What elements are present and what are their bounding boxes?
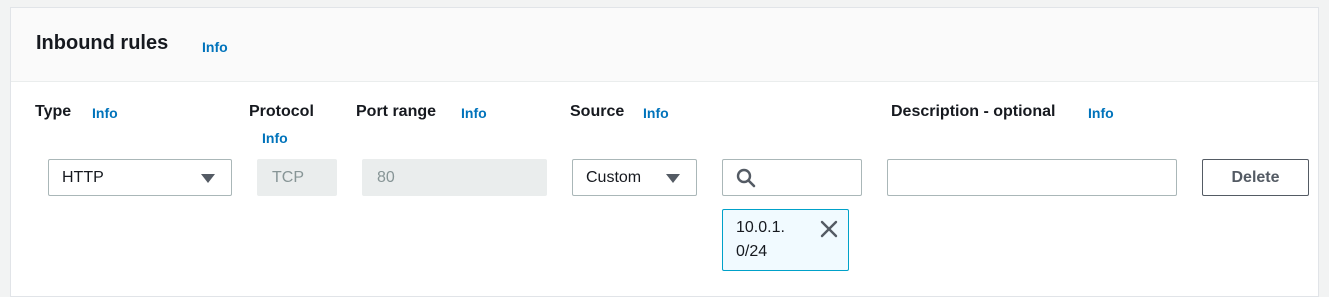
source-mode-value: Custom [586, 169, 642, 186]
type-select[interactable]: HTTP [48, 159, 232, 196]
protocol-field: TCP [257, 159, 337, 196]
description-input[interactable] [887, 159, 1177, 196]
caret-down-icon [201, 174, 215, 183]
section-title: Inbound rules [36, 32, 169, 54]
source-cidr-token-text: 10.0.1. 0/24 [736, 216, 806, 264]
column-label-type: Type [35, 103, 72, 120]
source-search-input[interactable] [722, 159, 862, 196]
source-cidr-token: 10.0.1. 0/24 [722, 209, 849, 271]
column-label-port-range: Port range [356, 103, 437, 120]
source-cidr-token-line2: 0/24 [736, 243, 768, 260]
type-select-value: HTTP [62, 169, 104, 186]
port-range-info-link[interactable]: Info [461, 105, 487, 121]
inbound-rules-panel: Inbound rules Info [10, 7, 1319, 297]
protocol-value: TCP [272, 169, 304, 186]
source-cidr-token-line1: 10.0.1. [736, 219, 785, 236]
delete-button[interactable]: Delete [1202, 159, 1309, 196]
column-label-protocol: Protocol [249, 103, 314, 120]
caret-down-icon [666, 174, 680, 183]
section-info-link[interactable]: Info [202, 39, 228, 55]
column-label-description: Description - optional [891, 103, 1056, 120]
panel-header: Inbound rules Info [11, 8, 1318, 82]
description-info-link[interactable]: Info [1088, 105, 1114, 121]
source-mode-select[interactable]: Custom [572, 159, 697, 196]
source-info-link[interactable]: Info [643, 105, 669, 121]
close-icon[interactable] [820, 220, 838, 238]
search-icon [736, 168, 756, 188]
column-label-source: Source [570, 103, 625, 120]
port-range-field: 80 [362, 159, 547, 196]
protocol-info-link[interactable]: Info [262, 130, 288, 146]
type-info-link[interactable]: Info [92, 105, 118, 121]
port-range-value: 80 [377, 169, 395, 186]
